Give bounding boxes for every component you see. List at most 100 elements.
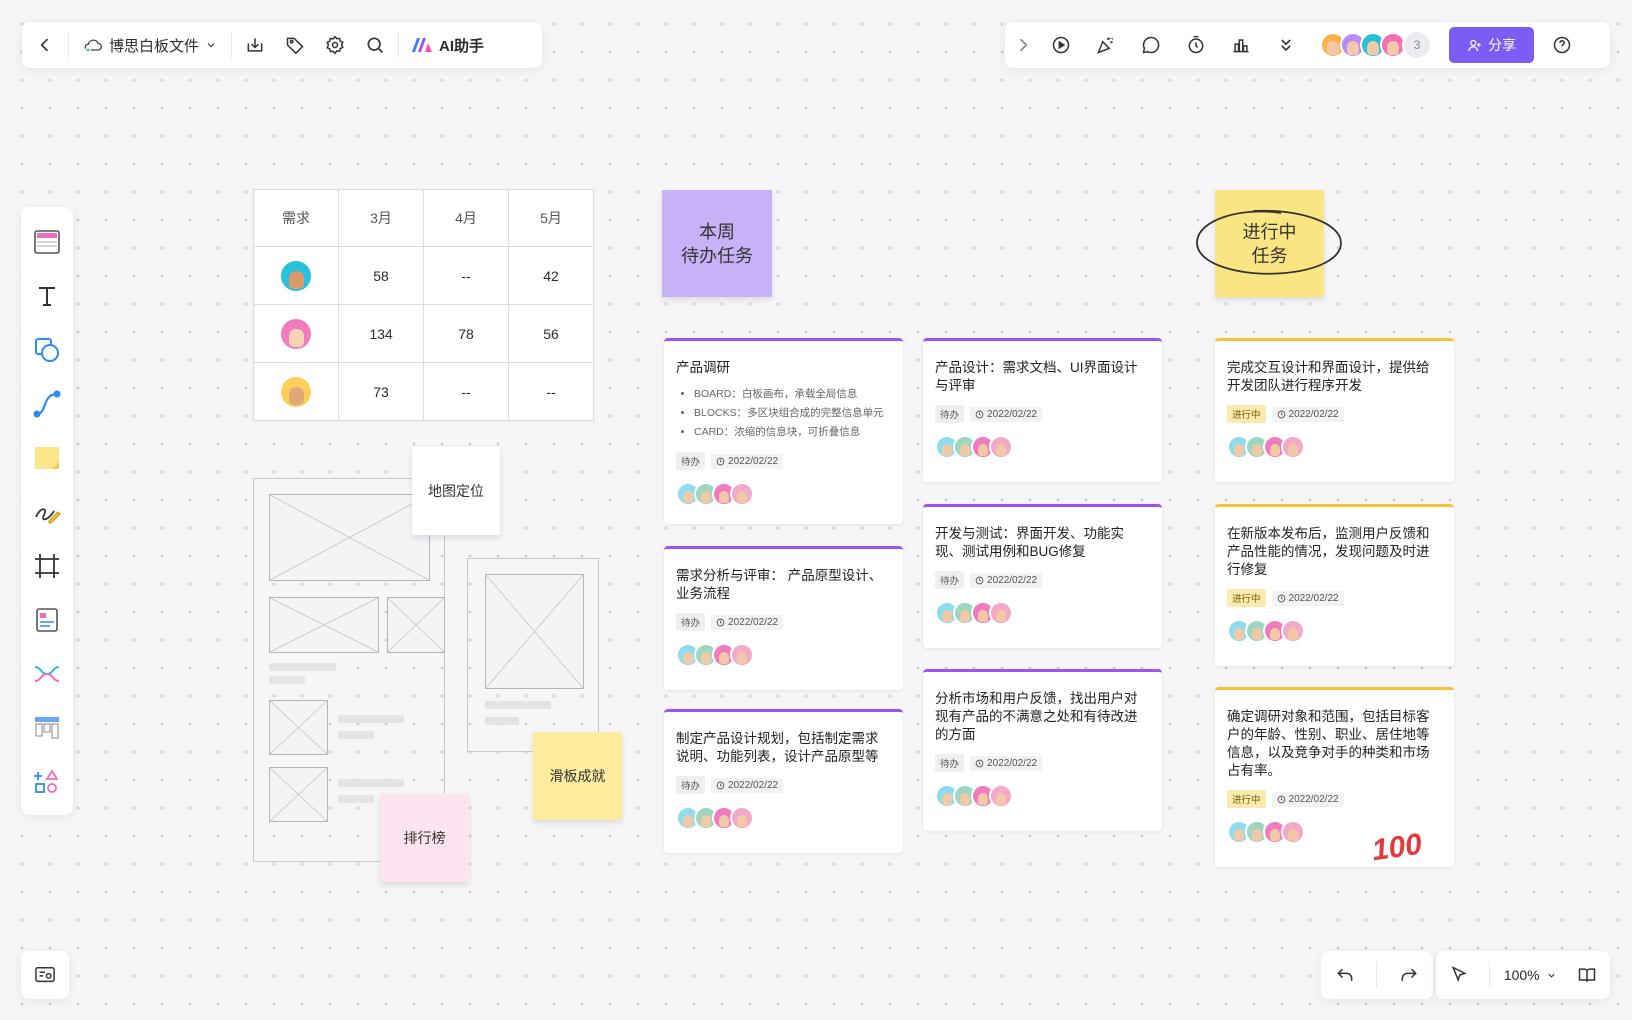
collaborator-avatars[interactable]: 3	[1320, 30, 1432, 60]
table-cell[interactable]: --	[508, 362, 594, 421]
avatar[interactable]	[989, 784, 1013, 808]
status-tag[interactable]: 待办	[935, 571, 965, 589]
task-card[interactable]: 产品调研 BOARD：白板画布，承载全局信息 BLOCKS：多区块组合成的完整信…	[664, 338, 903, 524]
mindmap-tool[interactable]	[25, 647, 69, 701]
table-cell[interactable]: --	[423, 362, 509, 421]
avatar[interactable]	[1281, 820, 1305, 844]
avatar[interactable]	[1281, 619, 1305, 643]
avatar[interactable]	[730, 643, 754, 667]
task-card[interactable]: 需求分析与评审： 产品原型设计、业务流程 待办 2022/02/22	[664, 546, 903, 690]
pen-tool[interactable]	[25, 485, 69, 539]
due-date[interactable]: 2022/02/22	[970, 755, 1043, 771]
image-placeholder[interactable]	[269, 700, 328, 755]
card-tool[interactable]	[25, 593, 69, 647]
collapse-toolbar-button[interactable]	[1013, 28, 1033, 62]
shape-tool[interactable]	[25, 323, 69, 377]
due-date[interactable]: 2022/02/22	[1271, 406, 1344, 422]
due-date[interactable]: 2022/02/22	[1271, 590, 1344, 606]
assignee-avatars[interactable]	[676, 482, 891, 506]
tag-button[interactable]	[278, 28, 312, 62]
image-placeholder[interactable]	[269, 767, 328, 822]
table-cell[interactable]: 58	[338, 246, 424, 305]
image-placeholder[interactable]	[269, 597, 379, 653]
assignee-avatars[interactable]	[935, 784, 1150, 808]
table-cell[interactable]: 134	[338, 304, 424, 363]
status-tag[interactable]: 进行中	[1227, 405, 1266, 423]
search-button[interactable]	[358, 28, 392, 62]
todo-column-header[interactable]: 本周 待办任务	[662, 190, 772, 297]
status-tag[interactable]: 待办	[676, 452, 706, 470]
assignee-avatars[interactable]	[676, 806, 891, 830]
frame-tool[interactable]	[25, 539, 69, 593]
due-date[interactable]: 2022/02/22	[1271, 791, 1344, 807]
table-cell[interactable]	[253, 304, 339, 363]
assignee-avatars[interactable]	[676, 643, 891, 667]
download-button[interactable]	[238, 28, 272, 62]
hand-drawn-circle-annotation[interactable]	[1193, 203, 1345, 283]
image-placeholder[interactable]	[269, 494, 430, 581]
more-collaborators-count[interactable]: 3	[1402, 30, 1432, 60]
text-tool[interactable]	[25, 269, 69, 323]
table-cell[interactable]: 56	[508, 304, 594, 363]
file-name-dropdown[interactable]: 博思白板文件	[75, 28, 225, 62]
ai-assistant-button[interactable]: AI助手	[405, 28, 490, 62]
table-cell[interactable]	[253, 246, 339, 305]
back-button[interactable]	[28, 28, 62, 62]
avatar[interactable]	[1281, 435, 1305, 459]
table-cell[interactable]: 42	[508, 246, 594, 305]
connector-tool[interactable]	[25, 377, 69, 431]
task-card[interactable]: 完成交互设计和界面设计，提供给开发团队进行程序开发 进行中 2022/02/22	[1215, 338, 1454, 482]
due-date[interactable]: 2022/02/22	[711, 777, 784, 793]
table-cell[interactable]: --	[423, 246, 509, 305]
help-button[interactable]	[1545, 28, 1579, 62]
task-card[interactable]: 产品设计：需求文档、UI界面设计与评审 待办 2022/02/22	[923, 338, 1162, 482]
minimap-button[interactable]	[21, 951, 69, 999]
status-tag[interactable]: 进行中	[1227, 589, 1266, 607]
avatar[interactable]	[730, 806, 754, 830]
due-date[interactable]: 2022/02/22	[970, 406, 1043, 422]
select-tool-button[interactable]	[1442, 958, 1476, 992]
table-cell[interactable]: 78	[423, 304, 509, 363]
due-date[interactable]: 2022/02/22	[711, 453, 784, 469]
redo-button[interactable]	[1392, 958, 1426, 992]
task-card[interactable]: 分析市场和用户反馈，找出用户对现有产品的不满意之处和有待改进的方面 待办 2022…	[923, 669, 1162, 831]
table-cell[interactable]: 73	[338, 362, 424, 421]
assignee-avatars[interactable]	[1227, 619, 1442, 643]
table-cell[interactable]	[253, 362, 339, 421]
celebrate-button[interactable]	[1089, 28, 1123, 62]
assignee-avatars[interactable]	[935, 435, 1150, 459]
status-tag[interactable]: 待办	[935, 754, 965, 772]
table-header-cell[interactable]: 5月	[508, 189, 594, 247]
zoom-dropdown[interactable]: 100%	[1504, 967, 1557, 983]
status-tag[interactable]: 待办	[676, 776, 706, 794]
more-tools-button[interactable]	[1269, 28, 1303, 62]
task-card[interactable]: 开发与测试：界面开发、功能实现、测试用例和BUG修复 待办 2022/02/22	[923, 504, 1162, 648]
avatar[interactable]	[730, 482, 754, 506]
more-apps-tool[interactable]	[25, 755, 69, 809]
table-header-cell[interactable]: 需求	[253, 189, 339, 247]
comment-button[interactable]	[1134, 28, 1168, 62]
table-header-cell[interactable]: 4月	[423, 189, 509, 247]
due-date[interactable]: 2022/02/22	[711, 614, 784, 630]
sticky-note[interactable]: 滑板成就	[533, 732, 622, 820]
task-card[interactable]: 在新版本发布后，监测用户反馈和产品性能的情况，发现问题及时进行修复 进行中 202…	[1215, 504, 1454, 666]
status-tag[interactable]: 待办	[935, 405, 965, 423]
image-placeholder[interactable]	[387, 597, 445, 653]
sticky-note[interactable]: 地图定位	[412, 447, 500, 535]
timer-button[interactable]	[1179, 28, 1213, 62]
hundred-points-sticker[interactable]: 100	[1370, 828, 1424, 869]
avatar[interactable]	[989, 601, 1013, 625]
undo-button[interactable]	[1328, 958, 1362, 992]
template-tool[interactable]	[25, 215, 69, 269]
present-button[interactable]	[1044, 28, 1078, 62]
image-placeholder[interactable]	[485, 574, 584, 689]
assignee-avatars[interactable]	[935, 601, 1150, 625]
share-button[interactable]: 分享	[1449, 27, 1534, 63]
settings-button[interactable]	[318, 28, 352, 62]
kanban-tool[interactable]	[25, 701, 69, 755]
vote-button[interactable]	[1224, 28, 1258, 62]
assignee-avatars[interactable]	[1227, 435, 1442, 459]
sticky-note-tool[interactable]	[25, 431, 69, 485]
task-card[interactable]: 制定产品设计规划，包括制定需求说明、功能列表，设计产品原型等 待办 2022/02…	[664, 709, 903, 853]
status-tag[interactable]: 进行中	[1227, 790, 1266, 808]
